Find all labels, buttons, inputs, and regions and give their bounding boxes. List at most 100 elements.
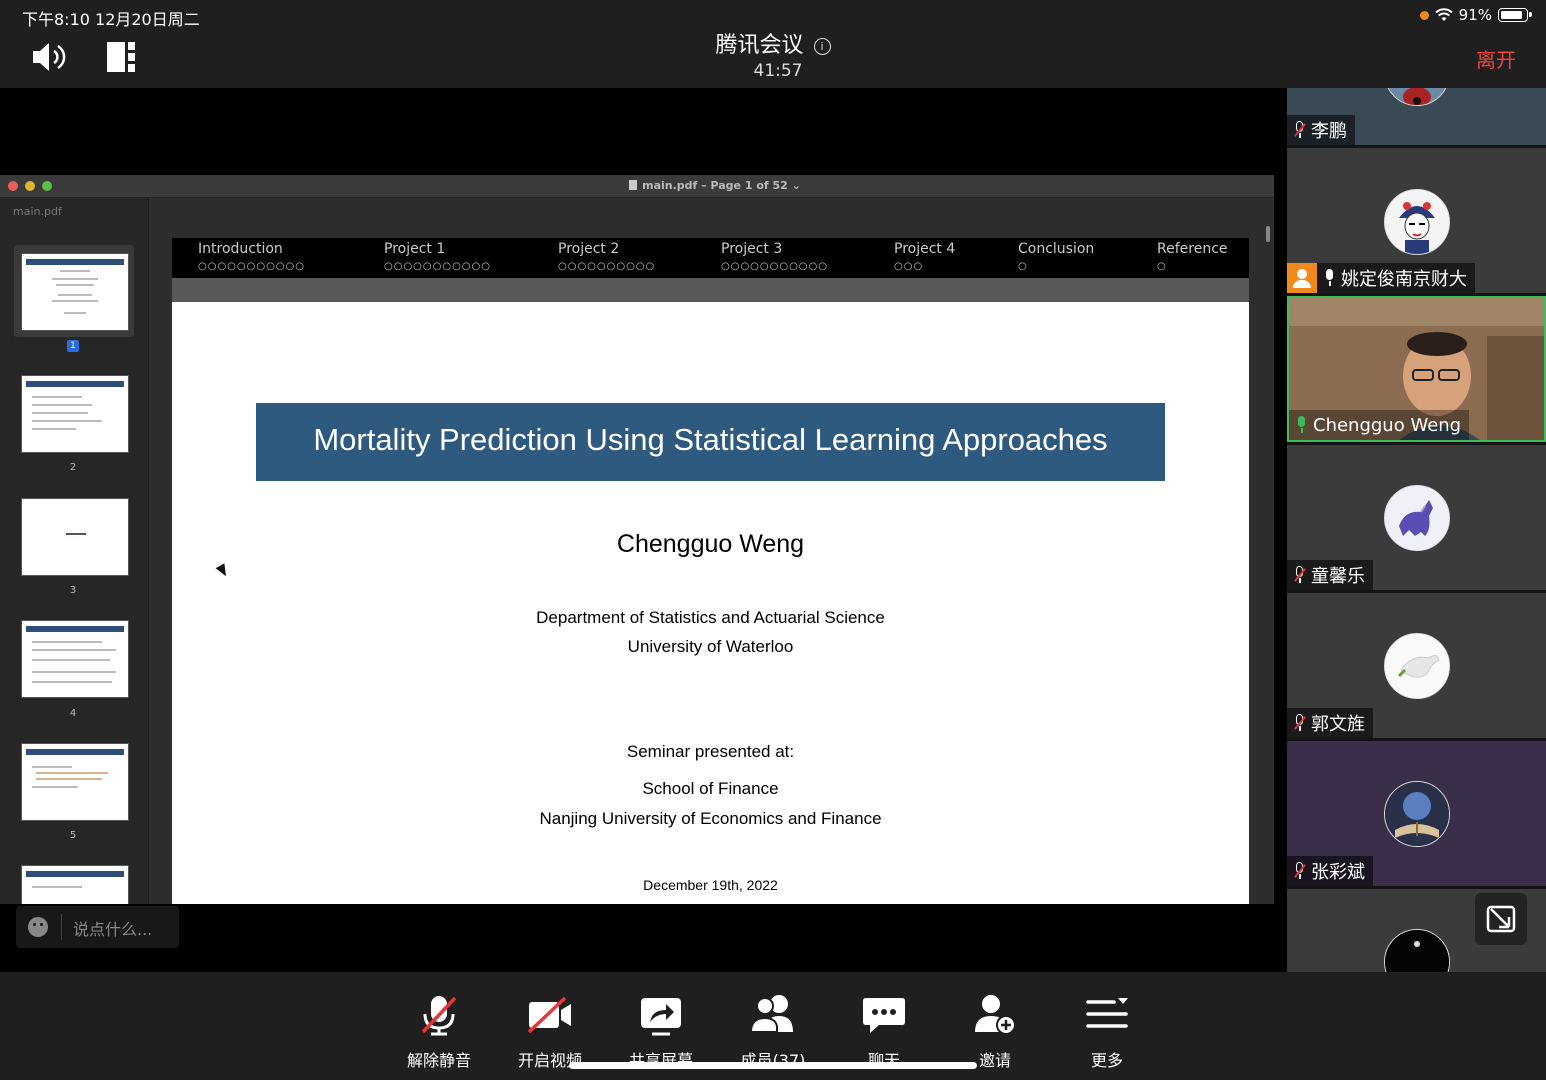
participant-name-tag: 张彩斌 [1287, 856, 1373, 886]
participant-tile[interactable]: 童馨乐 [1287, 445, 1546, 590]
page-thumbnail-1 [21, 253, 129, 331]
battery-percent: 91% [1458, 6, 1492, 24]
unmute-button[interactable]: 解除静音 [394, 992, 484, 1072]
page-thumbnail-3 [21, 498, 129, 576]
meeting-title-text: 腾讯会议 [715, 33, 804, 58]
thumb-number: 3 [69, 585, 77, 596]
participant-name-tag: 童馨乐 [1287, 560, 1373, 590]
thumb-number: 1 [67, 340, 79, 352]
start-video-button[interactable]: 开启视频 [505, 992, 595, 1072]
avatar [1384, 781, 1450, 847]
slide-affiliation-1: Department of Statistics and Actuarial S… [536, 608, 885, 627]
slide-title-box: Mortality Prediction Using Statistical L… [256, 403, 1165, 481]
nav-dots: ○○○○○○○○○○○ [198, 261, 305, 272]
exit-fullscreen-icon[interactable] [1475, 893, 1527, 945]
slide-venue-1: School of Finance [642, 779, 779, 798]
emoji-icon[interactable] [28, 917, 48, 937]
participant-name: 童馨乐 [1311, 566, 1365, 587]
info-icon[interactable]: i [813, 37, 831, 55]
more-label: 更多 [1090, 1051, 1123, 1070]
mic-off-icon [421, 996, 457, 1036]
nav-dots: ○○○○○○○○○○○ [721, 261, 828, 272]
participant-name: 郭文旌 [1311, 714, 1365, 735]
participant-tile[interactable]: 姚定俊南京财大 [1287, 148, 1546, 293]
participant-name: 姚定俊南京财大 [1341, 269, 1467, 290]
shared-screen: main.pdf – Page 1 of 52 ⌄ main.pdf 1 2 3 [0, 175, 1274, 904]
nav-dots: ○○○ [894, 261, 924, 272]
participant-name: 张彩斌 [1311, 862, 1365, 883]
slide-seminar-label: Seminar presented at: [626, 742, 795, 761]
document-title-text: main.pdf – Page 1 of 52 ⌄ [642, 179, 801, 192]
participant-tile[interactable]: 张彩斌 [1287, 741, 1546, 886]
thumb-number: 4 [69, 708, 77, 719]
battery-fill [1501, 11, 1522, 19]
slide-date: December 19th, 2022 [643, 877, 778, 893]
nav-introduction: Introduction [198, 241, 283, 257]
nav-dots: ○ [1157, 261, 1167, 272]
window-titlebar: main.pdf – Page 1 of 52 ⌄ [0, 175, 1274, 198]
avatar [1384, 929, 1450, 972]
status-indicators: 91% [1419, 6, 1532, 24]
participant-name-tag: 姚定俊南京财大 [1287, 263, 1475, 293]
page-thumbnail-4 [21, 620, 129, 698]
nav-project-4: Project 4 [894, 241, 956, 257]
slide-navbar: Introduction ○○○○○○○○○○○ Project 1 ○○○○○… [172, 238, 1249, 278]
chat-input[interactable]: 说点什么... [16, 906, 179, 948]
sidebar-title: main.pdf [13, 205, 62, 218]
more-icon [1086, 998, 1128, 1028]
mic-muted-icon [1293, 862, 1305, 880]
nav-project-3: Project 3 [721, 241, 783, 257]
nav-dots: ○○○○○○○○○○○ [384, 261, 491, 272]
battery-icon [1498, 8, 1532, 22]
participant-tile[interactable]: 郭文旌 [1287, 593, 1546, 738]
participant-panel: 李鹏 姚定俊南京财大 Chengguo Weng 童馨乐 郭文旌 张彩斌 [1287, 88, 1546, 972]
avatar [1384, 633, 1450, 699]
invite-button[interactable]: 邀请 [950, 992, 1040, 1072]
meeting-title[interactable]: 腾讯会议 i [0, 27, 1546, 59]
members-icon [749, 995, 793, 1033]
chat-placeholder: 说点什么... [73, 920, 153, 939]
nav-dots: ○ [1018, 261, 1028, 272]
share-screen-icon [641, 998, 681, 1036]
thumb-number: 2 [69, 462, 77, 473]
scrollbar-thumb[interactable] [1266, 226, 1270, 242]
share-screen-button[interactable]: 共享屏幕 [616, 992, 706, 1072]
participant-tile[interactable]: 李鹏 [1287, 88, 1546, 145]
host-icon [1287, 263, 1317, 293]
recording-dot-icon [1419, 10, 1429, 20]
avatar [1384, 88, 1450, 106]
more-button[interactable]: 更多 [1062, 992, 1152, 1072]
participant-video-tile[interactable]: Chengguo Weng [1287, 296, 1546, 442]
mic-muted-icon [1293, 714, 1305, 732]
mic-muted-icon [1293, 566, 1305, 584]
video-off-icon [527, 996, 571, 1034]
chat-button[interactable]: 聊天 [839, 992, 929, 1072]
page-thumbnail-6 [21, 865, 129, 904]
mic-speaking-icon [1295, 416, 1307, 434]
mic-on-icon [1323, 269, 1335, 287]
document-title: main.pdf – Page 1 of 52 ⌄ [0, 179, 1274, 192]
nav-reference: Reference [1157, 241, 1228, 257]
thumb-title-bar [26, 259, 124, 265]
nav-conclusion: Conclusion [1018, 241, 1095, 257]
participant-name-tag: 郭文旌 [1287, 708, 1373, 738]
top-bar: 下午8:10 12月20日周二 91% 腾讯会议 i 41:57 离开 [0, 0, 1546, 88]
nav-project-1: Project 1 [384, 241, 446, 257]
participant-name-tag: Chengguo Weng [1289, 410, 1470, 440]
avatar [1384, 189, 1450, 255]
slide-venue-2: Nanjing University of Economics and Fina… [539, 809, 882, 828]
thumb-number: 5 [69, 830, 77, 841]
document-icon [629, 180, 638, 190]
wifi-icon [1434, 8, 1453, 21]
slide-affiliation-2: University of Waterloo [627, 637, 794, 656]
meeting-timer: 41:57 [753, 61, 803, 81]
thumbnail-sidebar: main.pdf 1 2 3 4 5 [0, 198, 149, 904]
participant-name: 李鹏 [1311, 121, 1347, 142]
leave-button[interactable]: 离开 [1476, 44, 1516, 73]
members-button[interactable]: 成员(37) [728, 992, 818, 1072]
page-thumbnail-5 [21, 743, 129, 821]
slide-subnav-bar [172, 278, 1249, 302]
home-indicator[interactable] [569, 1062, 977, 1069]
page-thumbnail-2 [21, 375, 129, 453]
slide-page: Introduction ○○○○○○○○○○○ Project 1 ○○○○○… [172, 238, 1249, 904]
